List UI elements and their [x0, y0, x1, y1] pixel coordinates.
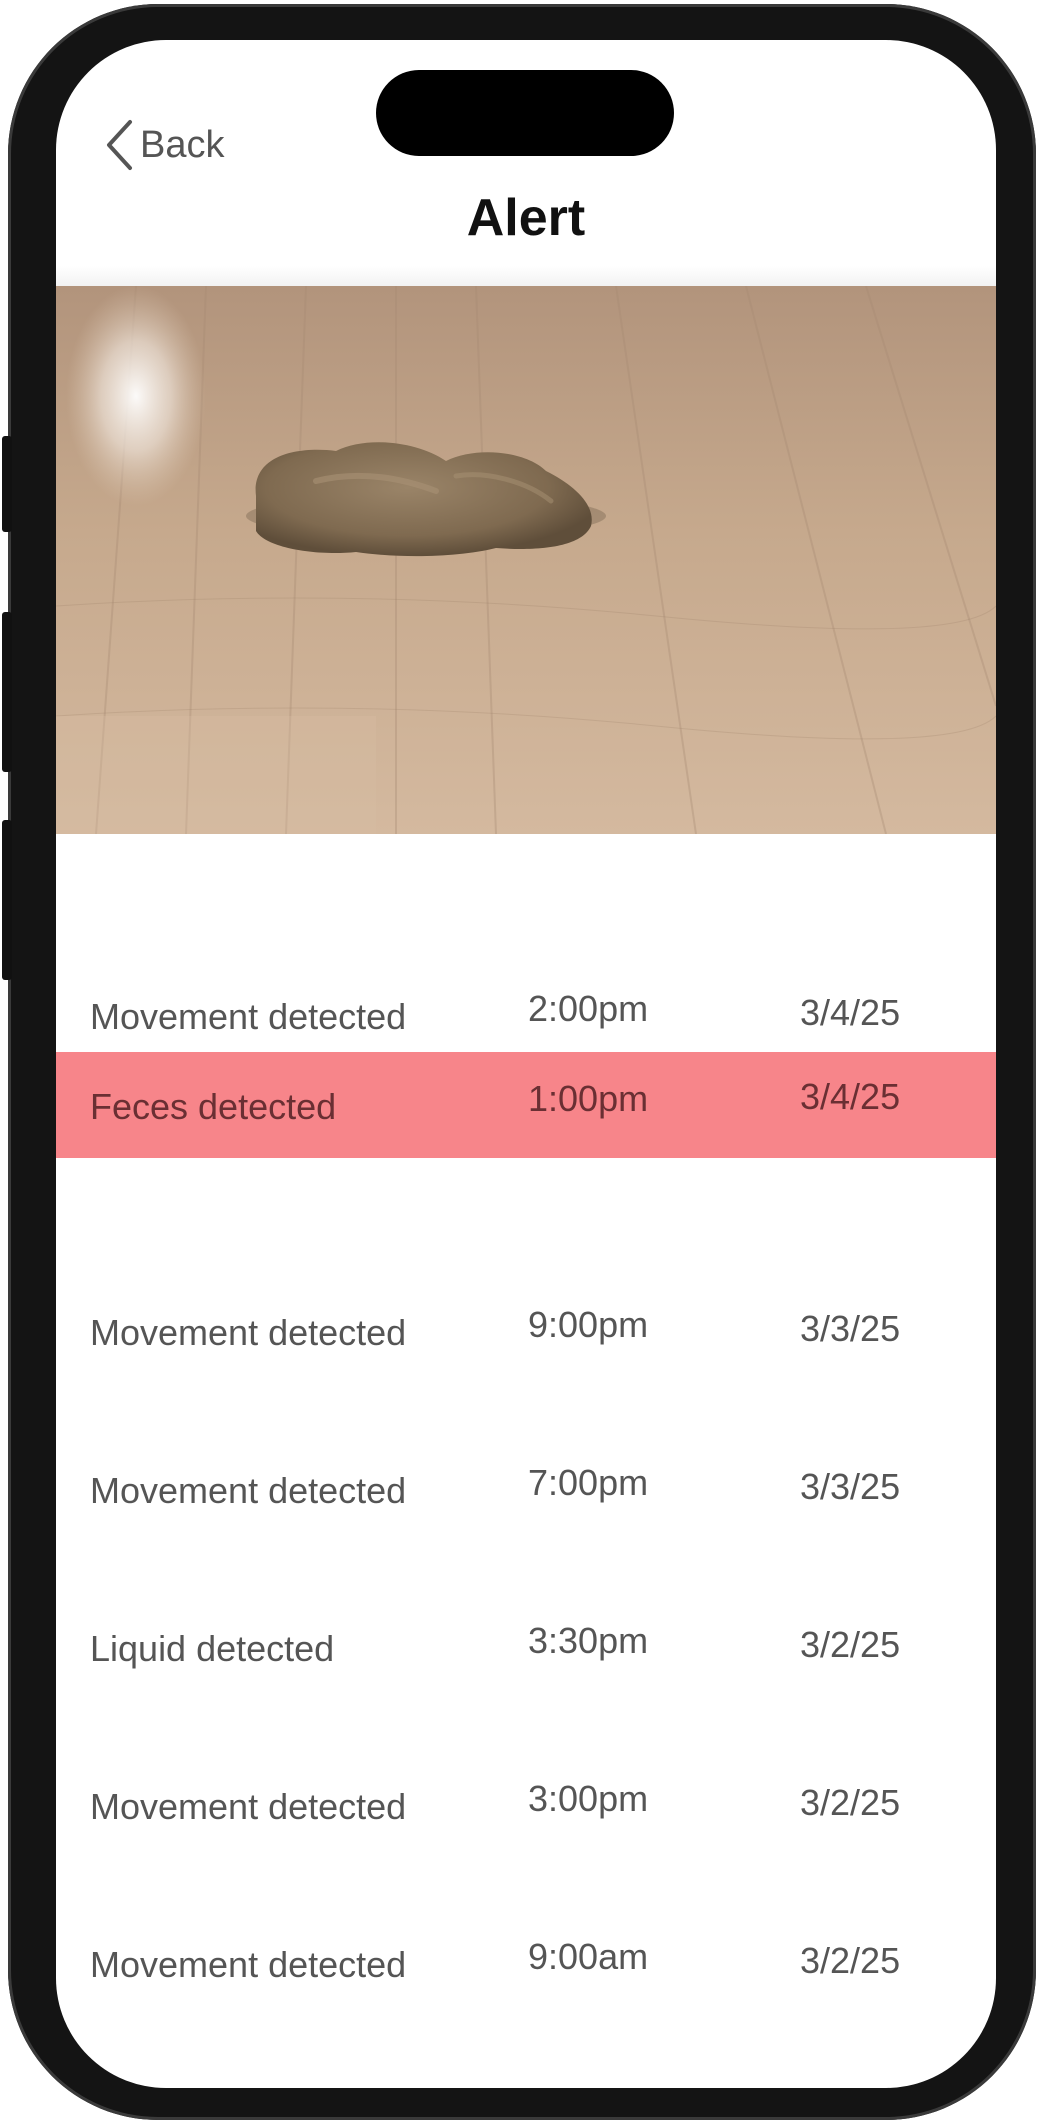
page-title: Alert	[466, 189, 586, 247]
back-button[interactable]: Back	[104, 118, 224, 172]
page: Back Alert Movement detected 2:00pm 3/4/…	[0, 0, 1046, 2128]
phone-screen: Back Alert Movement detected 2:00pm 3/4/…	[56, 40, 996, 2088]
dynamic-island	[376, 70, 674, 156]
alert-row[interactable]: Liquid detected 3:30pm 3/2/25	[56, 1572, 996, 1730]
alert-time: 9:00am	[528, 1936, 649, 1977]
chevron-left-icon	[107, 120, 132, 170]
alert-date: 3/3/25	[800, 1308, 901, 1349]
alert-photo[interactable]	[56, 286, 996, 834]
alert-time: 7:00pm	[528, 1462, 649, 1503]
alert-time: 1:00pm	[528, 1078, 649, 1119]
alert-event: Feces detected	[90, 1086, 337, 1127]
alert-row-highlighted[interactable]: Feces detected 1:00pm 3/4/25	[56, 940, 996, 1158]
alert-event: Liquid detected	[90, 1628, 335, 1669]
alert-date: 3/4/25	[800, 1076, 901, 1117]
alert-time: 3:00pm	[528, 1778, 649, 1819]
alert-row[interactable]: Movement detected 9:00pm 3/3/25	[56, 1256, 996, 1414]
alert-event: Movement detected	[90, 1312, 407, 1353]
volume-up-button	[2, 612, 12, 772]
alert-list-rest: Movement detected 9:00pm 3/3/25 Movement…	[56, 1256, 996, 2046]
action-button	[2, 436, 12, 532]
alert-date: 3/2/25	[800, 1782, 901, 1823]
alert-event: Movement detected	[90, 1786, 407, 1827]
header-divider	[56, 266, 996, 286]
alert-event: Movement detected	[90, 1944, 407, 1985]
feces-on-wood-floor-photo	[56, 286, 996, 834]
alert-row[interactable]: Movement detected 7:00pm 3/3/25	[56, 1414, 996, 1572]
alert-event: Movement detected	[90, 1470, 407, 1511]
alert-time: 9:00pm	[528, 1304, 649, 1345]
alert-row[interactable]: Movement detected 3:00pm 3/2/25	[56, 1730, 996, 1888]
alert-time: 3:30pm	[528, 1620, 649, 1661]
alert-date: 3/3/25	[800, 1466, 901, 1507]
back-label: Back	[140, 123, 225, 166]
alert-date: 3/2/25	[800, 1940, 901, 1981]
alert-row[interactable]: Movement detected 9:00am 3/2/25	[56, 1888, 996, 2046]
alert-date: 3/2/25	[800, 1624, 901, 1665]
volume-down-button	[2, 820, 12, 980]
